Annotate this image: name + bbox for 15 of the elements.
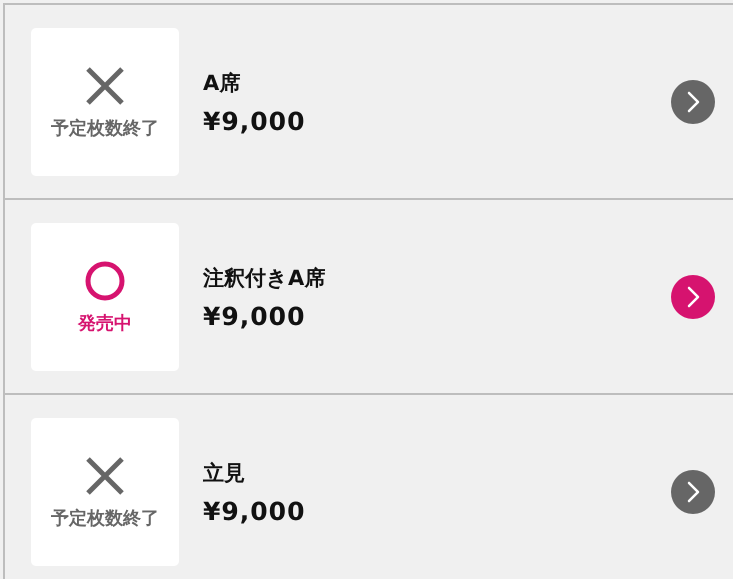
status-label: 発売中 [78, 312, 132, 335]
seat-row[interactable]: 予定枚数終了 A席 ¥9,000 [3, 3, 733, 198]
seat-name: A席 [203, 70, 242, 96]
seat-price: ¥9,000 [203, 496, 306, 526]
seat-name: 立見 [203, 460, 246, 486]
seat-name: 注釈付きA席 [203, 264, 326, 292]
chevron-right-icon[interactable] [671, 275, 715, 319]
seat-price: ¥9,000 [203, 302, 306, 330]
status-label: 予定枚数終了 [51, 507, 159, 530]
seat-row[interactable]: 予定枚数終了 立見 ¥9,000 [3, 393, 733, 579]
chevron-right-icon[interactable] [671, 470, 715, 514]
seat-row[interactable]: 発売中 注釈付きA席 ¥9,000 [3, 198, 733, 393]
chevron-right-icon[interactable] [671, 80, 715, 124]
seat-price: ¥9,000 [203, 106, 306, 136]
status-label: 予定枚数終了 [51, 117, 159, 140]
